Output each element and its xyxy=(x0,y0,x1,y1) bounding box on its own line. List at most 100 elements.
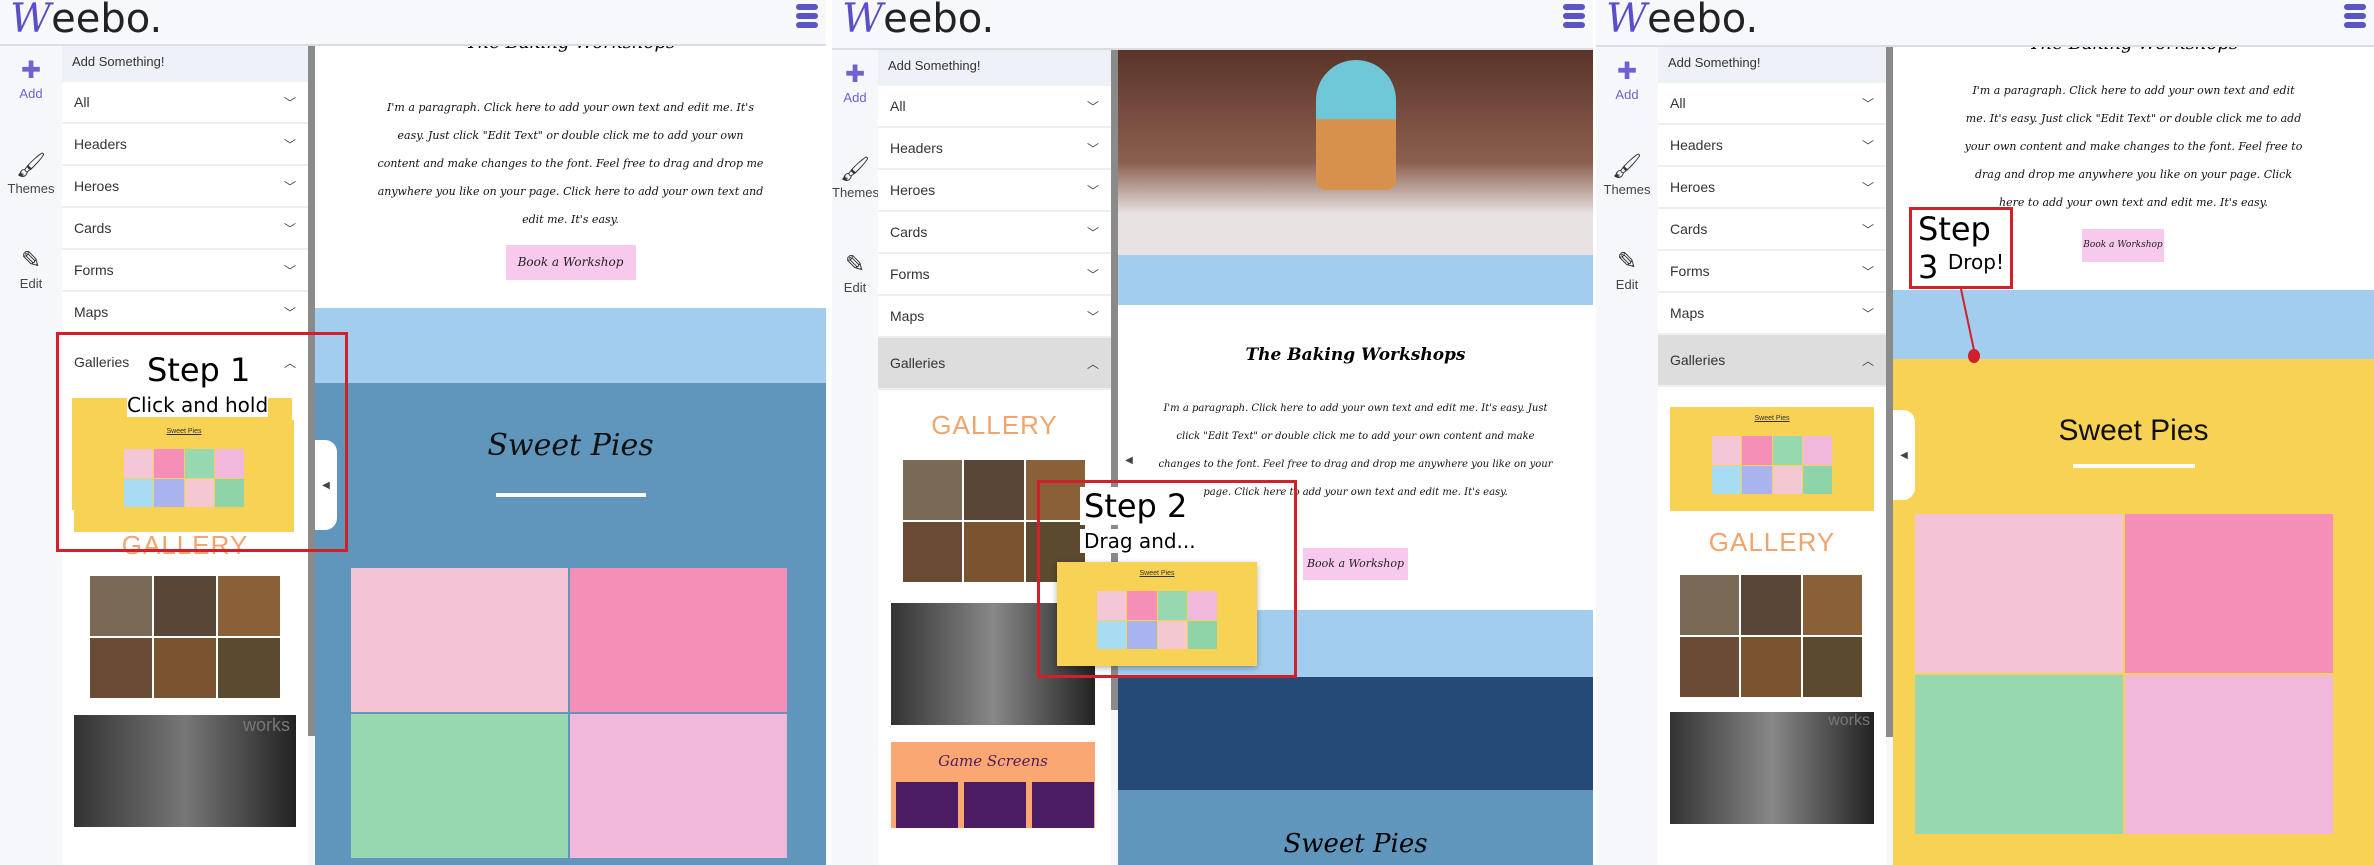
category-heroes[interactable]: Heroes ﹀ xyxy=(1658,167,1886,209)
book-workshop-button[interactable]: Book a Workshop xyxy=(505,245,636,280)
menu-bar xyxy=(1563,22,1585,28)
category-all[interactable]: All ﹀ xyxy=(1658,83,1886,125)
thumbnail-image xyxy=(1802,465,1832,494)
weebo-logo[interactable]: Weebo. xyxy=(10,0,162,42)
category-forms[interactable]: Forms ﹀ xyxy=(878,254,1111,296)
top-bar: Weebo. xyxy=(1596,0,2374,47)
thumbnail-image xyxy=(1741,575,1801,635)
hamburger-menu-icon[interactable] xyxy=(796,4,818,31)
hamburger-menu-icon[interactable] xyxy=(2344,4,2366,31)
thumbnail-image xyxy=(1127,591,1157,620)
thumbnail-image xyxy=(1802,575,1862,635)
gallery-preview-sweet-pies[interactable]: Sweet Pies xyxy=(1057,562,1257,666)
step-caption: Drag and... xyxy=(1080,529,1200,553)
weebo-logo[interactable]: Weebo. xyxy=(842,0,994,42)
chevron-down-icon: ﹀ xyxy=(283,179,296,194)
menu-bar xyxy=(2344,22,2366,28)
rail-label: Themes xyxy=(1603,182,1651,197)
rail-label: Themes xyxy=(832,185,879,200)
tool-rail: ✚ Add 🖌 Themes ✎ Edit xyxy=(1596,47,1658,865)
title-underline xyxy=(2072,464,2195,468)
sidebar-title: Add Something! xyxy=(878,50,1111,86)
rail-themes[interactable]: 🖌 Themes xyxy=(832,155,879,200)
top-bar: Weebo. xyxy=(832,0,1593,50)
game-screens-thumbnail[interactable]: Game Screens xyxy=(891,742,1095,828)
rail-edit[interactable]: ✎ Edit xyxy=(0,246,62,291)
thumbnail-image xyxy=(1772,436,1802,465)
book-workshop-button[interactable]: Book a Workshop xyxy=(2082,229,2164,262)
collapse-sidebar-toggle[interactable]: ◀ xyxy=(1893,410,1915,500)
book-workshop-button[interactable]: Book a Workshop xyxy=(1303,548,1408,580)
barber-gallery-thumbnail[interactable] xyxy=(1680,575,1862,697)
menu-bar xyxy=(1563,4,1585,10)
step-label: Step 1 xyxy=(147,351,251,389)
category-label: Galleries xyxy=(890,355,946,371)
top-bar: Weebo. xyxy=(0,0,826,46)
rail-edit[interactable]: ✎ Edit xyxy=(1596,247,1658,292)
thumbnail-image xyxy=(214,449,244,478)
thumbnail-image xyxy=(1772,465,1802,494)
category-galleries[interactable]: Galleries ︿ xyxy=(878,338,1111,390)
step-panel-2: Weebo. ✚ Add 🖌 Themes ✎ Edit Add Something! All ﹀… xyxy=(832,0,1593,865)
paragraph-text[interactable]: I'm a paragraph. Click here to add your … xyxy=(1893,77,2374,217)
category-maps[interactable]: Maps ﹀ xyxy=(62,292,308,334)
preview-title: Sweet Pies xyxy=(166,428,202,435)
category-headers[interactable]: Headers ﹀ xyxy=(878,128,1111,170)
game-screens-title: Game Screens xyxy=(938,752,1048,770)
thumbnail-image xyxy=(1742,465,1772,494)
sidebar-scrollbar[interactable] xyxy=(1886,47,1893,737)
sidebar-title: Add Something! xyxy=(1658,47,1886,83)
category-label: Maps xyxy=(74,304,109,320)
category-maps[interactable]: Maps ﹀ xyxy=(878,296,1111,338)
edit-icon: ✎ xyxy=(1616,248,1638,275)
plus-icon: ✚ xyxy=(1616,58,1638,85)
thumbnail-image xyxy=(154,449,184,478)
thumbnail-image xyxy=(1712,465,1742,494)
category-heroes[interactable]: Heroes ﹀ xyxy=(878,170,1111,212)
thumbnail-image xyxy=(1741,637,1801,697)
category-all[interactable]: All ﹀ xyxy=(62,82,308,124)
cupcake xyxy=(1315,60,1396,190)
thumbnail-image xyxy=(214,478,244,507)
rail-edit[interactable]: ✎ Edit xyxy=(832,250,878,295)
category-all[interactable]: All ﹀ xyxy=(878,86,1111,128)
category-forms[interactable]: Forms ﹀ xyxy=(62,250,308,292)
logo-rest: eebo. xyxy=(51,0,163,42)
rail-themes[interactable]: 🖌 Themes xyxy=(1596,152,1658,197)
chevron-down-icon: ﹀ xyxy=(1086,141,1099,156)
weebo-logo[interactable]: Weebo. xyxy=(1606,0,1758,42)
gallery-photo xyxy=(2125,514,2333,673)
edit-icon: ✎ xyxy=(20,247,42,274)
category-cards[interactable]: Cards ﹀ xyxy=(878,212,1111,254)
category-maps[interactable]: Maps ﹀ xyxy=(1658,293,1886,335)
category-cards[interactable]: Cards ﹀ xyxy=(62,208,308,250)
category-galleries[interactable]: Galleries ︿ xyxy=(1658,335,1886,387)
rail-add[interactable]: ✚ Add xyxy=(0,56,62,101)
chevron-down-icon: ﹀ xyxy=(1861,96,1874,111)
paragraph-text[interactable]: I'm a paragraph. Click here to add your … xyxy=(315,94,826,234)
photo-grid xyxy=(1915,514,2333,834)
category-forms[interactable]: Forms ﹀ xyxy=(1658,251,1886,293)
category-heroes[interactable]: Heroes ﹀ xyxy=(62,166,308,208)
category-label: Headers xyxy=(1670,137,1723,153)
category-label: Heroes xyxy=(74,178,120,194)
gallery-preview-sweet-pies[interactable]: Sweet Pies xyxy=(74,420,294,532)
brush-icon: 🖌 xyxy=(1611,153,1643,180)
category-cards[interactable]: Cards ﹀ xyxy=(1658,209,1886,251)
category-headers[interactable]: Headers ﹀ xyxy=(1658,125,1886,167)
hamburger-menu-icon[interactable] xyxy=(1563,4,1585,31)
rail-add[interactable]: ✚ Add xyxy=(1596,57,1658,102)
thumbnail-image xyxy=(1187,620,1217,649)
section-heading: The Baking Workshops xyxy=(1245,345,1466,365)
rail-themes[interactable]: 🖌 Themes xyxy=(0,151,62,196)
tattoo-gallery-thumbnail[interactable]: works xyxy=(74,715,296,827)
thumbnail-image xyxy=(1187,591,1217,620)
tattoo-gallery-thumbnail[interactable]: works xyxy=(1670,712,1874,824)
mini-gallery-thumbnails xyxy=(1712,436,1832,494)
gallery-preview-sweet-pies[interactable]: Sweet Pies xyxy=(1670,407,1874,511)
category-label: Headers xyxy=(74,136,127,152)
barber-gallery-thumbnail[interactable] xyxy=(90,576,280,698)
chevron-down-icon: ﹀ xyxy=(1086,99,1099,114)
category-headers[interactable]: Headers ﹀ xyxy=(62,124,308,166)
rail-add[interactable]: ✚ Add xyxy=(832,60,878,105)
